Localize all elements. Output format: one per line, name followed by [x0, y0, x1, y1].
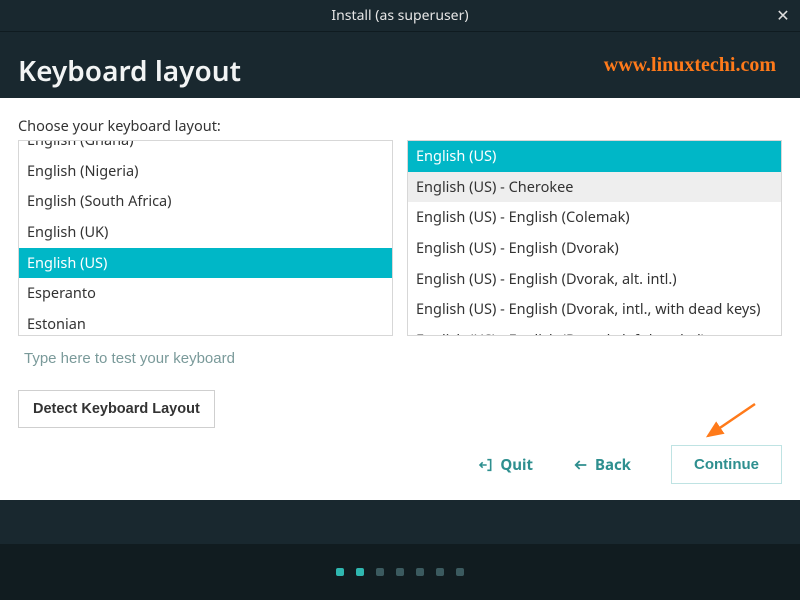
progress-dot — [456, 568, 464, 576]
close-icon[interactable]: ✕ — [774, 6, 792, 24]
continue-button[interactable]: Continue — [671, 445, 782, 484]
watermark-text: www.linuxtechi.com — [604, 54, 776, 77]
layout-lists: English (Ghana)English (Nigeria)English … — [18, 140, 782, 336]
list-item[interactable]: English (US) - English (Dvorak) — [408, 233, 781, 264]
list-item[interactable]: English (UK) — [19, 217, 392, 248]
list-item[interactable]: English (Nigeria) — [19, 156, 392, 187]
header: Keyboard layout www.linuxtechi.com — [0, 32, 800, 98]
quit-button[interactable]: Quit — [478, 455, 533, 475]
list-item[interactable]: English (South Africa) — [19, 186, 392, 217]
list-item[interactable]: English (US) - Cherokee — [408, 172, 781, 203]
quit-icon — [478, 457, 494, 473]
window-title: Install (as superuser) — [331, 6, 468, 25]
list-item[interactable]: English (Ghana) — [19, 140, 392, 156]
keyboard-variant-list[interactable]: English (US)English (US) - CherokeeEngli… — [407, 140, 782, 336]
list-item[interactable]: English (US) - English (Dvorak, alt. int… — [408, 264, 781, 295]
list-item[interactable]: Estonian — [19, 309, 392, 336]
progress-dot — [416, 568, 424, 576]
list-item[interactable]: English (US) — [19, 248, 392, 279]
progress-dot — [336, 568, 344, 576]
list-item[interactable]: Esperanto — [19, 278, 392, 309]
back-label: Back — [595, 455, 631, 475]
annotation-arrow-icon — [700, 402, 760, 442]
list-item[interactable]: English (US) - English (Colemak) — [408, 202, 781, 233]
progress-dot — [396, 568, 404, 576]
quit-label: Quit — [500, 455, 533, 475]
list-item[interactable]: English (US) — [408, 141, 781, 172]
progress-dot — [436, 568, 444, 576]
keyboard-test-input[interactable] — [18, 336, 782, 376]
nav-row: Quit Back Continue — [0, 445, 800, 484]
detect-keyboard-layout-button[interactable]: Detect Keyboard Layout — [18, 390, 215, 428]
prompt-label: Choose your keyboard layout: — [18, 116, 782, 136]
keyboard-layout-list[interactable]: English (Ghana)English (Nigeria)English … — [18, 140, 393, 336]
list-item[interactable]: English (US) - English (Dvorak, left-han… — [408, 325, 781, 336]
back-button[interactable]: Back — [573, 455, 631, 475]
arrow-left-icon — [573, 457, 589, 473]
titlebar: Install (as superuser) ✕ — [0, 0, 800, 32]
progress-dots — [0, 544, 800, 600]
progress-dot — [356, 568, 364, 576]
list-item[interactable]: English (US) - English (Dvorak, intl., w… — [408, 294, 781, 325]
progress-dot — [376, 568, 384, 576]
content-panel: Choose your keyboard layout: English (Gh… — [0, 98, 800, 500]
